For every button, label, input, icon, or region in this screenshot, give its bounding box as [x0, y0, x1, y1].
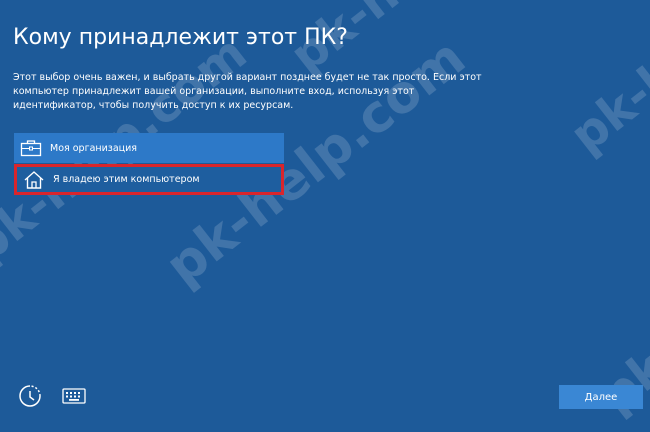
option-i-own-this-pc[interactable]: Я владею этим компьютером	[14, 164, 284, 195]
page-title: Кому принадлежит этот ПК?	[13, 25, 348, 50]
option-label: Моя организация	[50, 142, 138, 154]
watermark-text: pk-help.com	[560, 0, 650, 165]
page-description: Этот выбор очень важен, и выбрать другой…	[13, 72, 482, 111]
briefcase-icon	[14, 133, 48, 163]
option-my-organization[interactable]: Моя организация	[14, 133, 284, 163]
ownership-options: Моя организация Я владею этим компьютеро…	[14, 133, 284, 195]
accessibility-icon[interactable]	[17, 383, 43, 409]
keyboard-icon[interactable]	[61, 387, 87, 405]
option-label: Я владею этим компьютером	[53, 174, 200, 185]
next-button[interactable]: Далее	[559, 385, 643, 409]
home-icon	[17, 165, 51, 195]
